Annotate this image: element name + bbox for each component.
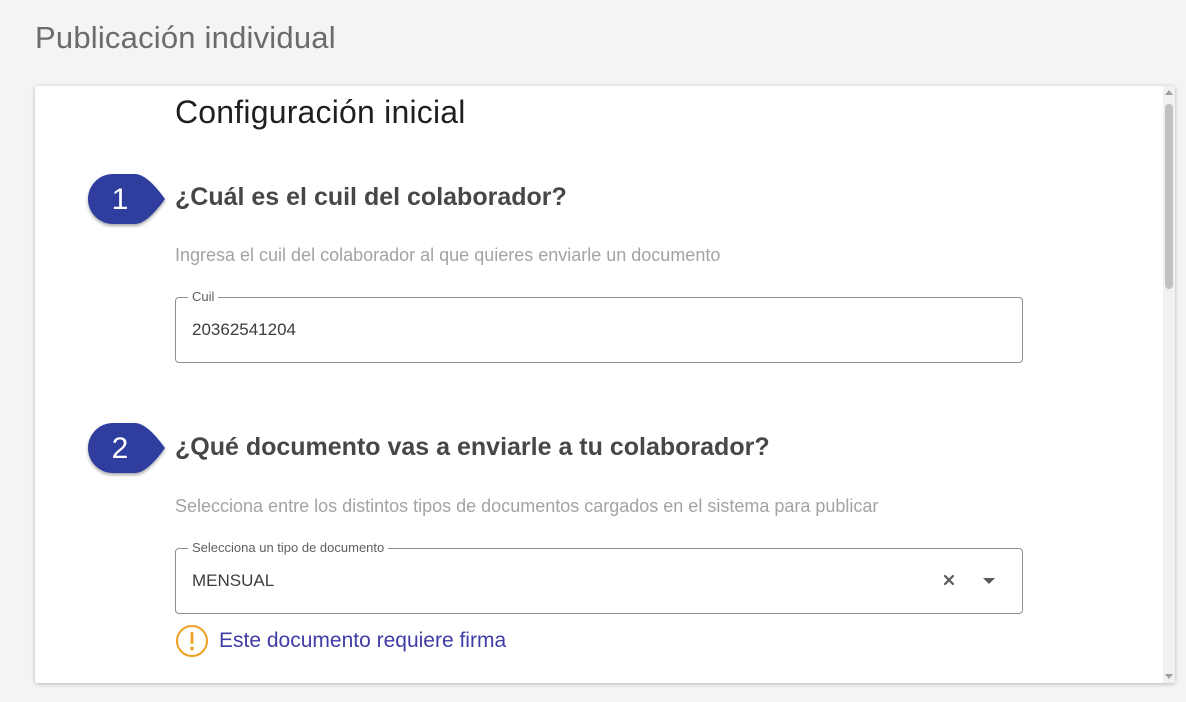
chevron-down-icon[interactable]	[980, 572, 998, 590]
document-type-select[interactable]: Selecciona un tipo de documento MENSUAL	[175, 540, 1023, 614]
scrollbar-thumb[interactable]	[1165, 104, 1173, 289]
step-2-badge: 2	[85, 421, 167, 477]
section-title: Configuración inicial	[175, 94, 466, 130]
step-1-hint: Ingresa el cuil del colaborador al que q…	[175, 245, 721, 265]
step-1-question: ¿Cuál es el cuil del colaborador?	[175, 183, 567, 211]
clear-icon[interactable]	[940, 571, 958, 589]
cuil-input[interactable]: 20362541204	[192, 298, 296, 362]
cuil-field[interactable]: Cuil 20362541204	[175, 289, 1023, 363]
step-1-number: 1	[111, 183, 129, 216]
signature-notice-text: Este documento requiere firma	[219, 629, 507, 652]
page-title: Publicación individual	[35, 20, 336, 55]
step-1-badge: 1	[85, 172, 167, 228]
step-2-number: 2	[111, 432, 129, 465]
warning-icon	[176, 625, 208, 657]
scroll-down-arrow-icon[interactable]	[1165, 674, 1173, 679]
scroll-up-arrow-icon[interactable]	[1165, 90, 1173, 95]
signature-notice: Este documento requiere firma	[175, 624, 506, 658]
step-2-hint: Selecciona entre los distintos tipos de …	[175, 496, 879, 516]
scrollbar[interactable]	[1163, 86, 1175, 683]
document-type-value[interactable]: MENSUAL	[192, 549, 274, 613]
step-2-question: ¿Qué documento vas a enviarle a tu colab…	[175, 433, 770, 461]
initial-config-card: Configuración inicial 1 ¿Cuál es el cuil…	[35, 86, 1175, 683]
